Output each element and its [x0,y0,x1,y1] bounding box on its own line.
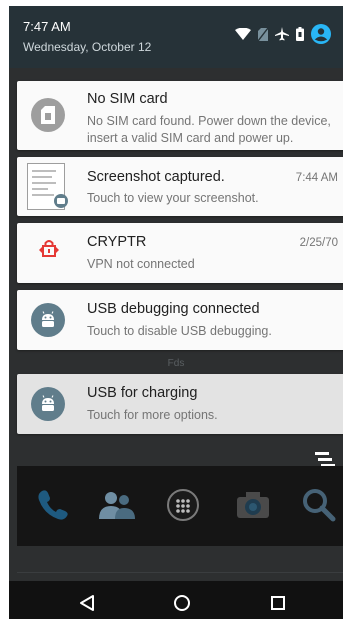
notification-time: 7:44 AM [295,172,338,184]
notification-usb-debugging[interactable]: USB debugging connected Touch to disable… [17,290,343,350]
notification-body: No SIM card found. Power down the device… [87,114,331,128]
notification-shade: 7:47 AM Wednesday, October 12 No SIM car… [9,6,343,619]
notification-body: Touch to view your screenshot. [87,191,259,205]
notification-time: 2/25/70 [299,237,338,249]
no-sim-icon [258,27,268,41]
phone-icon[interactable] [31,483,75,527]
vpn-lock-icon [38,237,60,264]
notification-title: No SIM card [87,91,168,107]
contacts-icon[interactable] [95,483,139,527]
sim-card-icon [31,98,65,132]
status-header[interactable]: 7:47 AM Wednesday, October 12 [9,6,343,68]
divider [17,572,343,573]
app-drawer-icon[interactable] [161,483,205,527]
airplane-icon [275,27,289,41]
notification-no-sim[interactable]: No SIM card No SIM card found. Power dow… [17,81,343,150]
notification-usb-charging[interactable]: USB for charging Touch for more options. [17,374,343,434]
notification-title: CRYPTR [87,234,147,250]
status-icons [235,24,331,44]
clock: 7:47 AM [23,19,71,34]
notification-body-line2: insert a valid SIM card and power up. [87,131,294,145]
notification-body: VPN not connected [87,257,195,271]
home-icon[interactable] [167,589,197,617]
image-badge-icon [54,194,68,208]
notification-title: Screenshot captured. [87,169,225,185]
navigation-bar [9,581,343,619]
notification-title: USB for charging [87,385,198,401]
notification-screenshot[interactable]: Screenshot captured. Touch to view your … [17,157,343,216]
notification-body: Touch to disable USB debugging. [87,324,272,338]
recents-icon[interactable] [263,589,293,617]
account-icon[interactable] [311,24,331,44]
android-icon [31,303,65,337]
wifi-icon [235,28,251,40]
notification-title: USB debugging connected [87,301,260,317]
search-icon[interactable] [297,483,341,527]
camera-icon[interactable] [231,483,275,527]
date: Wednesday, October 12 [23,40,152,54]
notification-cryptr[interactable]: CRYPTR VPN not connected 2/25/70 [17,223,343,283]
android-icon [31,387,65,421]
divider-label: Fds [167,358,185,369]
notification-body: Touch for more options. [87,408,218,422]
dock [17,466,343,546]
battery-icon [296,27,304,41]
back-icon[interactable] [72,589,102,617]
